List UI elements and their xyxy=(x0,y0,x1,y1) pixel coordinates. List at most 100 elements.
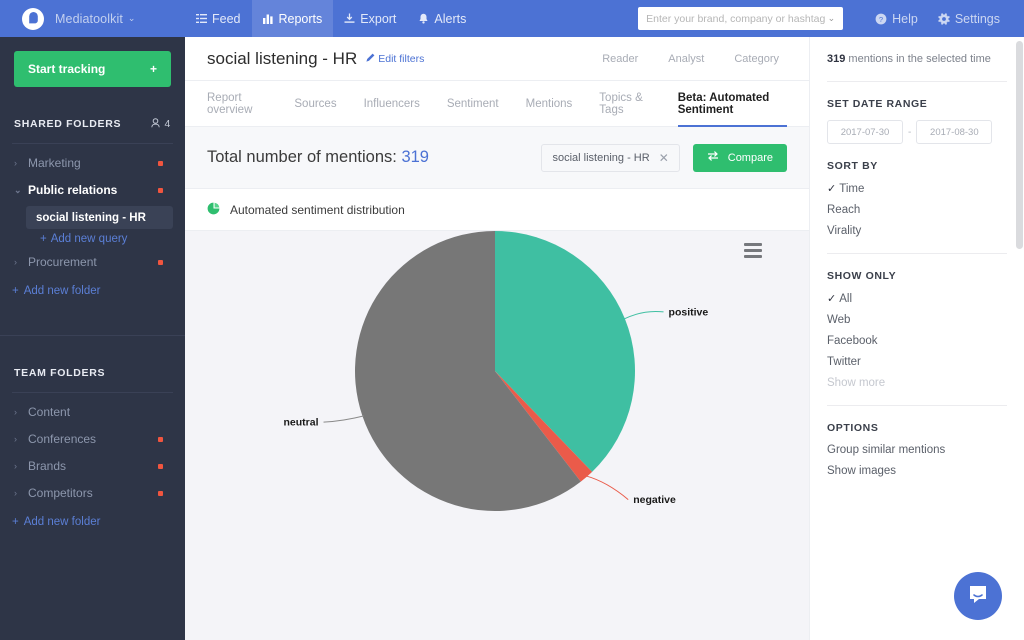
top-navigation-bar: Mediatoolkit ⌄ Feed Reports Export xyxy=(0,0,1024,37)
sort-option-virality[interactable]: Virality xyxy=(827,225,1007,237)
pie-label-neutral: neutral xyxy=(284,417,319,429)
view-mode-analyst[interactable]: Analyst xyxy=(668,53,704,65)
sidebar-folder-marketing[interactable]: › Marketing xyxy=(0,152,185,174)
tab-topics-and-tags[interactable]: Topics & Tags xyxy=(599,81,650,127)
nav-item-export[interactable]: Export xyxy=(333,0,407,37)
nav-item-reports[interactable]: Reports xyxy=(252,0,334,37)
date-range-separator: - xyxy=(908,127,911,138)
add-folder-label: Add new folder xyxy=(24,285,101,297)
tab-influencers[interactable]: Influencers xyxy=(364,81,420,127)
shared-folders-header: SHARED FOLDERS 4 xyxy=(0,111,185,137)
unread-dot xyxy=(158,491,163,496)
date-to-input[interactable]: 2017-08-30 xyxy=(916,120,992,144)
chat-launcher-button[interactable] xyxy=(954,572,1002,620)
show-only-web[interactable]: Web xyxy=(827,314,1007,326)
date-from-input[interactable]: 2017-07-30 xyxy=(827,120,903,144)
edit-filters-label: Edit filters xyxy=(378,53,424,65)
unread-dot xyxy=(158,161,163,166)
panel-divider xyxy=(827,253,1007,254)
add-new-folder-button-shared[interactable]: + Add new folder xyxy=(12,285,185,297)
sidebar-folder-procurement[interactable]: › Procurement xyxy=(0,251,185,273)
tab-mentions[interactable]: Mentions xyxy=(526,81,573,127)
panel-divider xyxy=(827,405,1007,406)
sort-option-time[interactable]: ✓ Time xyxy=(827,182,1007,195)
tab-report-overview[interactable]: Report overview xyxy=(207,81,267,127)
add-new-folder-button-team[interactable]: + Add new folder xyxy=(12,516,185,528)
chart-card-title: Automated sentiment distribution xyxy=(230,203,405,217)
nav-item-alerts[interactable]: Alerts xyxy=(407,0,477,37)
total-mentions-value: 319 xyxy=(401,148,429,166)
tab-beta-automated-sentiment[interactable]: Beta: Automated Sentiment xyxy=(678,81,787,127)
compare-arrows-icon xyxy=(707,151,719,164)
nav-label: Alerts xyxy=(434,12,466,26)
chevron-right-icon[interactable]: › xyxy=(14,461,28,471)
option-group-similar-mentions[interactable]: Group similar mentions xyxy=(827,444,1007,456)
query-chip-label: social listening - HR xyxy=(552,152,649,164)
page-title: social listening - HR xyxy=(207,49,357,69)
view-mode-category[interactable]: Category xyxy=(734,53,779,65)
sidebar-folder-conferences[interactable]: › Conferences xyxy=(0,428,185,450)
nav-label: Help xyxy=(892,12,918,26)
chevron-down-icon[interactable]: ⌄ xyxy=(128,13,136,24)
folder-label: Procurement xyxy=(28,255,97,269)
sidebar-query-social-listening-hr[interactable]: social listening - HR xyxy=(26,206,173,229)
unread-dot xyxy=(158,260,163,265)
count-value: 4 xyxy=(164,118,171,130)
sort-option-reach[interactable]: Reach xyxy=(827,204,1007,216)
sentiment-chart-card: Automated sentiment distribution positiv… xyxy=(185,189,809,640)
panel-divider xyxy=(827,81,1007,82)
svg-text:?: ? xyxy=(879,15,883,24)
chevron-right-icon[interactable]: › xyxy=(14,434,28,444)
query-chip[interactable]: social listening - HR ✕ xyxy=(541,144,679,172)
show-only-all[interactable]: ✓ All xyxy=(827,292,1007,305)
option-show-images[interactable]: Show images xyxy=(827,465,1007,477)
sidebar-folder-public-relations[interactable]: ⌄ Public relations xyxy=(0,179,185,201)
start-tracking-button[interactable]: Start tracking + xyxy=(14,51,171,87)
report-header: social listening - HR Edit filters Reade… xyxy=(185,37,809,81)
chevron-down-icon[interactable]: ⌄ xyxy=(14,185,28,196)
folder-label: Competitors xyxy=(28,486,93,500)
add-folder-label: Add new folder xyxy=(24,516,101,528)
brand-area[interactable]: Mediatoolkit ⌄ xyxy=(0,8,185,30)
report-tabs: Report overview Sources Influencers Sent… xyxy=(185,81,809,127)
chevron-down-icon[interactable]: ⌄ xyxy=(828,13,836,24)
search-box[interactable]: ⌄ xyxy=(638,7,843,30)
edit-filters-button[interactable]: Edit filters xyxy=(366,53,424,65)
chat-bubble-icon xyxy=(966,582,990,611)
show-only-facebook[interactable]: Facebook xyxy=(827,335,1007,347)
plus-icon: + xyxy=(12,516,19,528)
nav-label: Export xyxy=(360,12,396,26)
chart-card-header: Automated sentiment distribution xyxy=(185,189,809,231)
view-mode-reader[interactable]: Reader xyxy=(602,53,638,65)
show-more-button[interactable]: Show more xyxy=(827,377,1007,389)
gear-icon xyxy=(938,13,950,25)
main-content: social listening - HR Edit filters Reade… xyxy=(185,37,809,640)
pie-leader-line-neutral xyxy=(324,416,364,422)
chevron-right-icon[interactable]: › xyxy=(14,488,28,498)
add-new-query-button[interactable]: + Add new query xyxy=(40,233,185,245)
chevron-right-icon[interactable]: › xyxy=(14,407,28,417)
tab-sources[interactable]: Sources xyxy=(294,81,336,127)
show-only-twitter[interactable]: Twitter xyxy=(827,356,1007,368)
add-query-label: Add new query xyxy=(51,233,128,245)
chevron-right-icon[interactable]: › xyxy=(14,257,28,267)
show-only-title: SHOW ONLY xyxy=(827,270,1007,282)
search-input[interactable] xyxy=(646,13,827,25)
page-scrollbar[interactable] xyxy=(1016,41,1023,249)
pie-label-positive: positive xyxy=(669,306,709,318)
sidebar-folder-content[interactable]: › Content xyxy=(0,401,185,423)
global-search-area: ⌄ xyxy=(638,7,843,30)
sidebar-folder-brands[interactable]: › Brands xyxy=(0,455,185,477)
nav-item-settings[interactable]: Settings xyxy=(928,0,1010,37)
sidebar-folder-competitors[interactable]: › Competitors xyxy=(0,482,185,504)
pie-chart-icon xyxy=(207,202,220,218)
mentions-summary: 319 mentions in the selected time xyxy=(827,37,1007,65)
nav-item-feed[interactable]: Feed xyxy=(185,0,252,37)
unread-dot xyxy=(158,437,163,442)
nav-item-help[interactable]: ? Help xyxy=(865,0,928,37)
compare-button[interactable]: Compare xyxy=(693,144,787,172)
tab-sentiment[interactable]: Sentiment xyxy=(447,81,499,127)
close-icon[interactable]: ✕ xyxy=(659,151,669,165)
chevron-right-icon[interactable]: › xyxy=(14,158,28,168)
total-mentions-label: Total number of mentions: xyxy=(207,148,397,166)
